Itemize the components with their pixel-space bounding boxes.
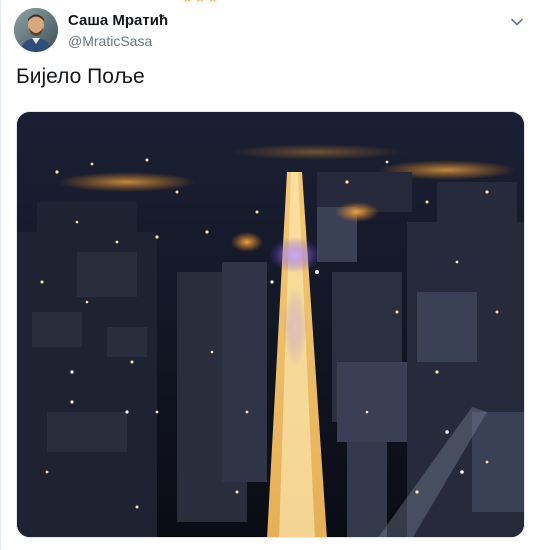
tweet-photo[interactable] <box>16 111 525 538</box>
author-block[interactable]: Саша Мратић @MraticSasa <box>68 12 168 50</box>
chevron-down-icon[interactable] <box>509 14 525 30</box>
previous-tweet-cutoff: ★★★ <box>150 0 310 4</box>
timeline-border <box>0 0 1 550</box>
tweet-text: Бијело Поље <box>16 65 145 88</box>
user-handle[interactable]: @MraticSasa <box>68 32 168 50</box>
display-name[interactable]: Саша Мратић <box>68 12 168 30</box>
person-avatar-icon <box>14 8 58 52</box>
avatar[interactable] <box>14 8 58 52</box>
tweet-header: Саша Мратић @MraticSasa <box>14 8 529 54</box>
night-aerial-city-photo <box>17 112 524 537</box>
star-emoji-row: ★★★ <box>182 0 220 4</box>
